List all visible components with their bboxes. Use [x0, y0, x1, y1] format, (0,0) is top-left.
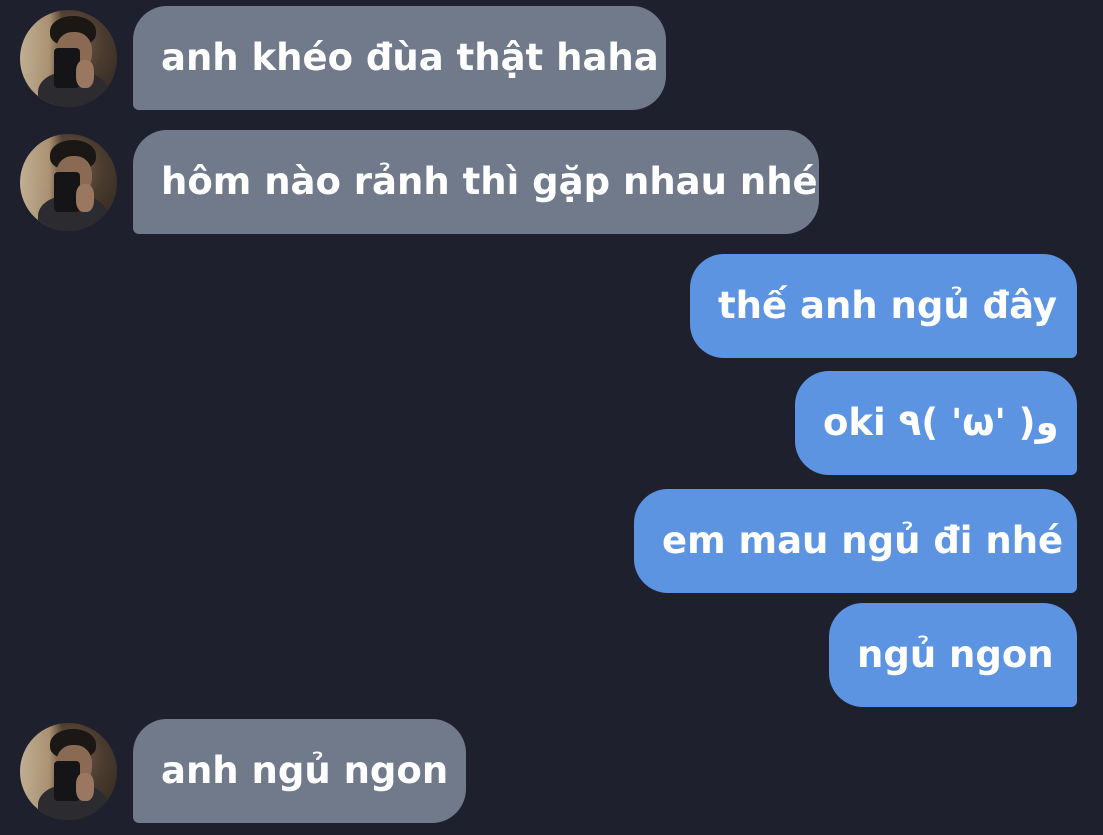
- avatar-hand: [76, 60, 94, 88]
- message-bubble-incoming[interactable]: hôm nào rảnh thì gặp nhau nhé: [133, 130, 819, 234]
- message-bubble-outgoing[interactable]: oki ٩( 'ω' )و: [795, 371, 1077, 475]
- avatar-hand: [76, 773, 94, 801]
- message-bubble-outgoing[interactable]: thế anh ngủ đây: [690, 254, 1077, 358]
- message-bubble-outgoing[interactable]: ngủ ngon: [829, 603, 1077, 707]
- contact-avatar[interactable]: [20, 723, 117, 820]
- contact-avatar[interactable]: [20, 134, 117, 231]
- chat-screen: anh khéo đùa thật haha hôm nào rảnh thì …: [0, 0, 1103, 835]
- message-bubble-incoming[interactable]: anh ngủ ngon: [133, 719, 466, 823]
- avatar-hand: [76, 184, 94, 212]
- message-bubble-outgoing[interactable]: em mau ngủ đi nhé: [634, 489, 1077, 593]
- contact-avatar[interactable]: [20, 10, 117, 107]
- message-bubble-incoming[interactable]: anh khéo đùa thật haha: [133, 6, 666, 110]
